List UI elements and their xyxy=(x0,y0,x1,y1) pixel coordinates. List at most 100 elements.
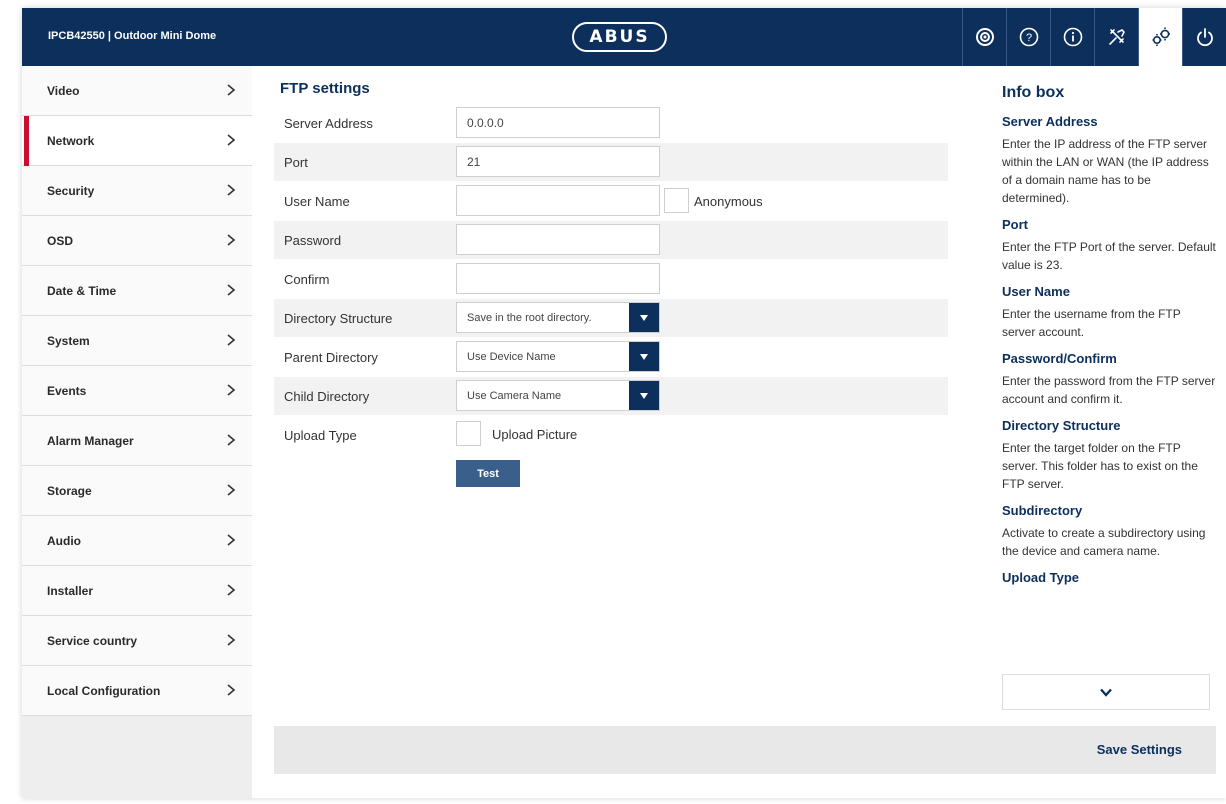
sidebar-item-label: Video xyxy=(47,83,80,98)
directory-structure-value: Save in the root directory. xyxy=(467,312,592,324)
chevron-right-icon xyxy=(227,84,236,96)
save-settings-button[interactable]: Save Settings xyxy=(1097,742,1182,757)
tools-icon[interactable] xyxy=(1094,8,1138,66)
footer-bar: Save Settings xyxy=(274,726,1216,774)
info-heading: Directory Structure xyxy=(1002,418,1121,433)
info-heading: Upload Type xyxy=(1002,570,1080,585)
chevron-right-icon xyxy=(227,684,236,696)
chevron-right-icon xyxy=(227,134,236,146)
child-directory-select[interactable]: Use Camera Name xyxy=(456,380,660,411)
info-heading: Password/Confirm xyxy=(1002,351,1117,366)
parent-directory-select[interactable]: Use Device Name xyxy=(456,341,660,372)
page-title: FTP settings xyxy=(280,80,370,97)
sidebar-item-storage[interactable]: Storage xyxy=(22,466,252,516)
password-input[interactable] xyxy=(456,224,660,255)
chevron-right-icon xyxy=(227,434,236,446)
info-scroll-down-button[interactable] xyxy=(1002,674,1210,710)
sidebar-item-video[interactable]: Video xyxy=(22,66,252,116)
port-label: Port xyxy=(284,155,308,170)
info-text: Enter the IP address of the FTP server w… xyxy=(1002,137,1209,205)
sidebar-item-audio[interactable]: Audio xyxy=(22,516,252,566)
abus-logo: ABUS xyxy=(572,22,667,52)
chevron-down-icon[interactable] xyxy=(629,381,659,410)
chevron-right-icon xyxy=(227,534,236,546)
info-text: Enter the password from the FTP server a… xyxy=(1002,374,1216,406)
row-user-name: User Name Anonymous xyxy=(274,182,948,220)
info-icon[interactable] xyxy=(1050,8,1094,66)
user-name-input[interactable] xyxy=(456,185,660,216)
sidebar-item-service-country[interactable]: Service country xyxy=(22,616,252,666)
sidebar-item-system[interactable]: System xyxy=(22,316,252,366)
sidebar-item-label: OSD xyxy=(47,233,74,248)
info-text: Enter the target folder on the FTP serve… xyxy=(1002,441,1198,491)
anonymous-checkbox[interactable] xyxy=(664,188,689,213)
power-icon[interactable] xyxy=(1182,8,1226,66)
parent-directory-label: Parent Directory xyxy=(284,350,378,365)
info-text: Activate to create a subdirectory using … xyxy=(1002,526,1206,558)
server-address-input[interactable] xyxy=(456,107,660,138)
directory-structure-label: Directory Structure xyxy=(284,311,393,326)
password-label: Password xyxy=(284,233,342,248)
sidebar-item-label: Date & Time xyxy=(47,283,117,298)
chevron-right-icon xyxy=(227,384,236,396)
header-icon-bar: ? xyxy=(962,8,1226,66)
chevron-right-icon xyxy=(227,634,236,646)
confirm-input[interactable] xyxy=(456,263,660,294)
sidebar-item-osd[interactable]: OSD xyxy=(22,216,252,266)
sidebar-item-label: Network xyxy=(47,133,95,148)
svg-text:?: ? xyxy=(1025,32,1031,44)
user-name-label: User Name xyxy=(284,194,350,209)
sidebar-item-label: Service country xyxy=(47,633,138,648)
confirm-label: Confirm xyxy=(284,272,330,287)
sidebar-item-security[interactable]: Security xyxy=(22,166,252,216)
sidebar-item-label: Alarm Manager xyxy=(47,433,134,448)
row-server-address: Server Address xyxy=(274,104,948,142)
chevron-down-icon[interactable] xyxy=(629,342,659,371)
chevron-right-icon xyxy=(227,234,236,246)
sidebar-item-label: Audio xyxy=(47,533,81,548)
chevron-right-icon xyxy=(227,584,236,596)
sidebar-nav: Video Network Security OSD Date & Time S… xyxy=(22,66,252,798)
row-upload-type: Upload Type Upload Picture xyxy=(274,416,948,454)
sidebar-item-alarm-manager[interactable]: Alarm Manager xyxy=(22,416,252,466)
sidebar-item-events[interactable]: Events xyxy=(22,366,252,416)
chevron-right-icon xyxy=(227,284,236,296)
row-directory-structure: Directory Structure Save in the root dir… xyxy=(274,299,948,337)
anonymous-label: Anonymous xyxy=(694,194,763,209)
child-directory-value: Use Camera Name xyxy=(467,390,562,402)
sidebar-item-label: Installer xyxy=(47,583,94,598)
chevron-down-icon xyxy=(1100,688,1112,697)
parent-directory-value: Use Device Name xyxy=(467,351,556,363)
sidebar-item-label: Events xyxy=(47,383,87,398)
sidebar-item-label: Security xyxy=(47,183,95,198)
help-icon[interactable]: ? xyxy=(1006,8,1050,66)
upload-picture-label: Upload Picture xyxy=(492,427,578,442)
info-box: Info box Server Address Enter the IP add… xyxy=(992,66,1226,716)
sidebar-item-installer[interactable]: Installer xyxy=(22,566,252,616)
camera-icon[interactable] xyxy=(962,8,1006,66)
sidebar-item-label: Storage xyxy=(47,483,92,498)
test-button[interactable]: Test xyxy=(456,460,520,487)
child-directory-label: Child Directory xyxy=(284,389,370,404)
row-child-directory: Child Directory Use Camera Name xyxy=(274,377,948,415)
sidebar-item-local-configuration[interactable]: Local Configuration xyxy=(22,666,252,716)
app-window: IPCB42550 | Outdoor Mini Dome ABUS ? Vid… xyxy=(22,8,1226,798)
sidebar-item-label: System xyxy=(47,333,90,348)
header-bar: IPCB42550 | Outdoor Mini Dome ABUS ? xyxy=(22,8,1226,66)
directory-structure-select[interactable]: Save in the root directory. xyxy=(456,302,660,333)
server-address-label: Server Address xyxy=(284,116,373,131)
info-box-title: Info box xyxy=(1002,84,1065,101)
upload-type-label: Upload Type xyxy=(284,428,357,443)
info-heading: Server Address xyxy=(1002,114,1098,129)
chevron-right-icon xyxy=(227,334,236,346)
port-input[interactable] xyxy=(456,146,660,177)
chevron-down-icon[interactable] xyxy=(629,303,659,332)
device-title: IPCB42550 | Outdoor Mini Dome xyxy=(48,30,217,42)
upload-picture-checkbox[interactable] xyxy=(456,421,481,446)
chevron-right-icon xyxy=(227,484,236,496)
row-parent-directory: Parent Directory Use Device Name xyxy=(274,338,948,376)
settings-icon[interactable] xyxy=(1138,8,1182,66)
info-heading: User Name xyxy=(1002,284,1070,299)
sidebar-item-date-time[interactable]: Date & Time xyxy=(22,266,252,316)
sidebar-item-network[interactable]: Network xyxy=(22,116,252,166)
